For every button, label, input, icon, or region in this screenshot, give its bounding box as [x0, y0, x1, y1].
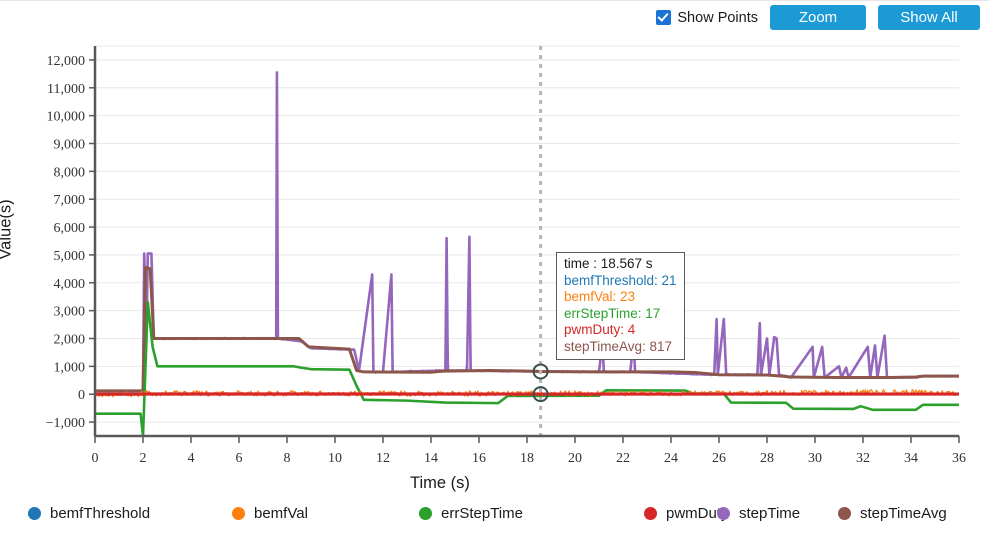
zoom-button[interactable]: Zoom — [770, 5, 866, 30]
chart-container[interactable]: −1,000 0 1,000 2,000 3,000 4,000 5,000 6,000 7,0… — [0, 34, 989, 494]
x-tick-label: 34 — [904, 451, 918, 466]
tooltip-row: stepTimeAvg: 817 — [564, 338, 673, 354]
show-points-label: Show Points — [677, 9, 758, 26]
y-tick-label: 4,000 — [54, 277, 86, 292]
chart-toolbar: Show Points Zoom Show All — [0, 0, 989, 34]
tooltip-row: errStepTime: 17 — [564, 305, 661, 321]
x-tick-label: 10 — [328, 451, 342, 466]
x-tick-label: 8 — [284, 451, 291, 466]
y-tick-label: 12,000 — [47, 54, 86, 69]
tooltip-time: time : 18.567 s — [564, 256, 653, 271]
legend-label: bemfThreshold — [50, 505, 151, 522]
y-tick-label: 9,000 — [54, 138, 86, 153]
y-tick-label: 10,000 — [47, 110, 86, 125]
tooltip-row: pwmDuty: 4 — [564, 322, 636, 337]
y-tick-label: 2,000 — [54, 333, 86, 348]
x-tick-label: 4 — [188, 451, 195, 466]
x-tick-label: 20 — [568, 451, 582, 466]
x-tick-label: 24 — [664, 451, 678, 466]
legend-item-steptime[interactable]: stepTime — [717, 505, 800, 522]
legend-marker-icon — [419, 507, 432, 520]
legend-item-bemfval[interactable]: bemfVal — [232, 505, 308, 522]
x-tick-label: 6 — [236, 451, 243, 466]
y-axis-tick-labels: −1,000 0 1,000 2,000 3,000 4,000 5,000 6,000 7,0… — [46, 54, 85, 431]
show-points-checkbox[interactable]: Show Points — [656, 10, 758, 26]
legend-item-bemfthreshold[interactable]: bemfThreshold — [28, 505, 150, 522]
y-axis-title: Value(s) — [0, 199, 15, 260]
x-tick-label: 14 — [424, 451, 438, 466]
legend-item-steptimeavg[interactable]: stepTimeAvg — [838, 505, 947, 522]
x-axis-title: Time (s) — [410, 474, 470, 492]
chart-legend: bemfThreshold bemfVal errStepTime pwmDuty st… — [0, 494, 989, 533]
legend-marker-icon — [717, 507, 730, 520]
tooltip-row: bemfVal: 23 — [564, 289, 636, 304]
y-tick-label: 0 — [78, 388, 85, 403]
tooltip-rows: bemfThreshold: 21 bemfVal: 23 errStepTime:… — [564, 273, 677, 356]
chart-page: Show Points Zoom Show All −1,000 0 1,000… — [0, 0, 989, 533]
x-tick-label: 26 — [712, 451, 726, 466]
x-tick-label: 12 — [376, 451, 390, 466]
x-tick-label: 28 — [760, 451, 774, 466]
show-all-button[interactable]: Show All — [878, 5, 980, 30]
legend-marker-icon — [644, 507, 657, 520]
x-tick-label: 16 — [472, 451, 486, 466]
checkbox-checked-icon[interactable] — [656, 10, 672, 25]
y-tick-label: 6,000 — [54, 221, 86, 236]
legend-label: bemfVal — [254, 505, 308, 522]
y-tick-label: 11,000 — [47, 82, 85, 97]
x-tick-label: 30 — [808, 451, 822, 466]
y-tick-label: 5,000 — [54, 249, 86, 264]
chart-svg[interactable]: −1,000 0 1,000 2,000 3,000 4,000 5,000 6,000 7,0… — [0, 34, 989, 494]
legend-marker-icon — [838, 507, 851, 520]
chart-tooltip: time : 18.567 s bemfThreshold: 21 bemfVal… — [556, 252, 685, 360]
legend-item-pwmduty[interactable]: pwmDuty — [644, 505, 729, 522]
legend-label: errStepTime — [441, 505, 523, 522]
x-tick-label: 18 — [520, 451, 534, 466]
y-tick-label: 3,000 — [54, 305, 86, 320]
y-tick-label: −1,000 — [46, 416, 85, 431]
y-tick-label: 7,000 — [54, 193, 86, 208]
x-axis-tick-labels: 0 2 4 6 8 10 12 14 16 18 20 22 24 26 28 30 32 34 36 — [92, 451, 967, 466]
x-tick-label: 2 — [140, 451, 147, 466]
tooltip-row: bemfThreshold: 21 — [564, 272, 677, 288]
x-tick-label: 32 — [856, 451, 870, 466]
y-tick-label: 8,000 — [54, 165, 86, 180]
x-tick-label: 22 — [616, 451, 630, 466]
legend-marker-icon — [28, 507, 41, 520]
x-tick-label: 0 — [92, 451, 99, 466]
legend-item-errsteptime[interactable]: errStepTime — [419, 505, 523, 522]
legend-label: stepTimeAvg — [860, 505, 947, 522]
x-tick-label: 36 — [952, 451, 966, 466]
legend-label: stepTime — [739, 505, 801, 522]
legend-marker-icon — [232, 507, 245, 520]
y-tick-label: 1,000 — [54, 360, 86, 375]
